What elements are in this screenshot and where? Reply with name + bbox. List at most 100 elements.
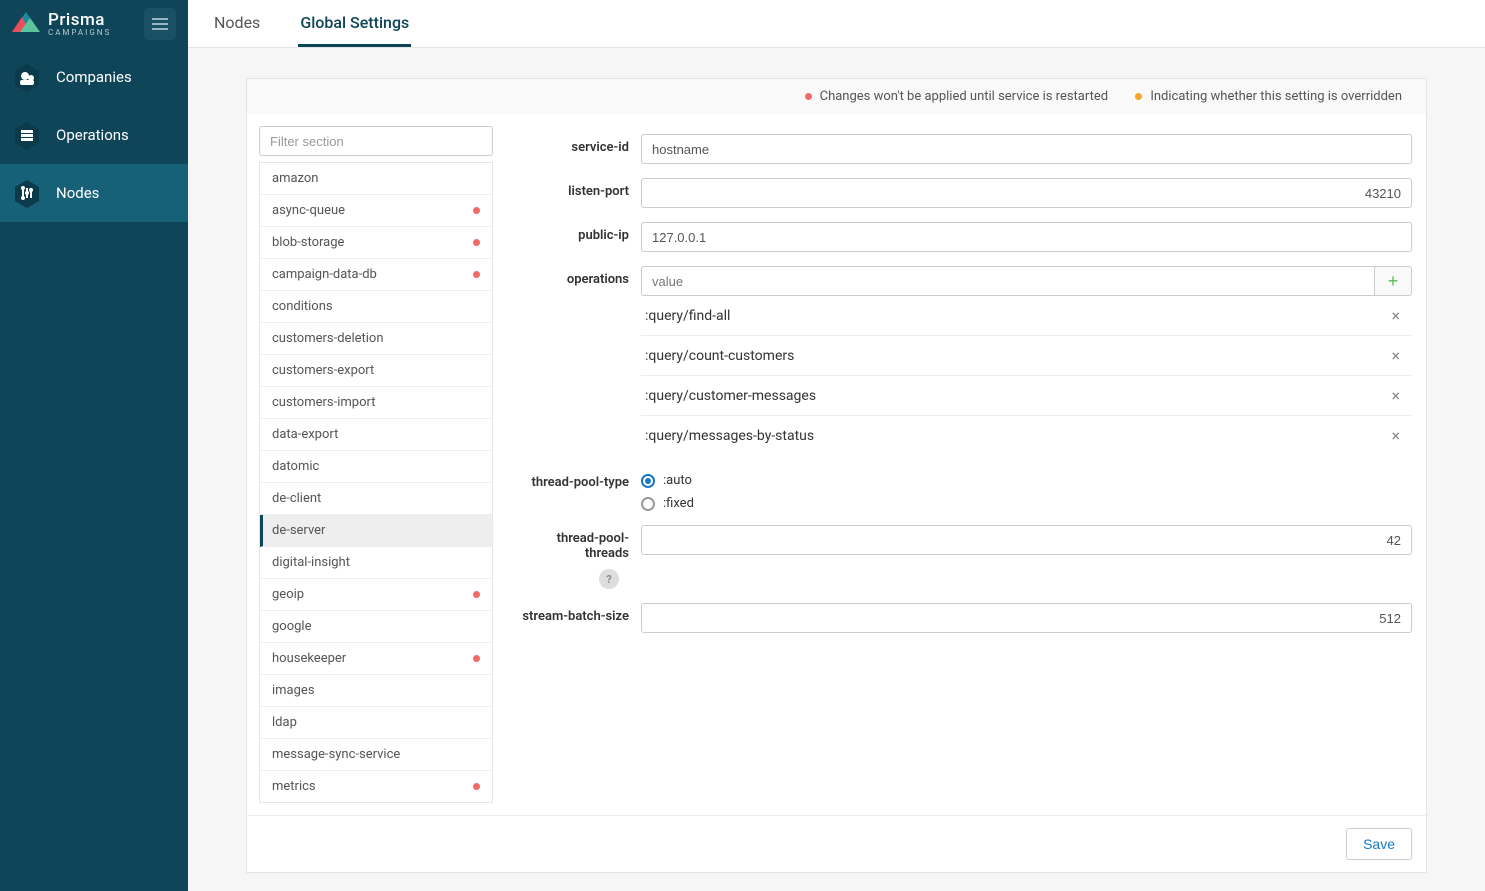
- section-item-label: customers-deletion: [272, 331, 384, 346]
- radio-option-fixed[interactable]: :fixed: [641, 496, 1412, 511]
- operation-item: :query/find-all ×: [641, 296, 1412, 336]
- add-operation-button[interactable]: +: [1374, 266, 1412, 296]
- logo-icon: [12, 12, 40, 36]
- remove-operation-button[interactable]: ×: [1383, 426, 1408, 445]
- sidebar-item-operations[interactable]: Operations: [0, 106, 188, 164]
- section-item-de-server[interactable]: de-server: [260, 515, 492, 547]
- topbar-tabs: Nodes Global Settings: [188, 0, 1485, 48]
- menu-toggle-button[interactable]: [144, 8, 176, 40]
- section-item-campaign-data-db[interactable]: campaign-data-db: [260, 259, 492, 291]
- section-item-label: conditions: [272, 299, 333, 314]
- label-stream-batch-size: stream-batch-size: [513, 603, 641, 624]
- workspace: Changes won't be applied until service i…: [188, 48, 1485, 891]
- service-id-input[interactable]: [641, 134, 1412, 164]
- public-ip-input[interactable]: [641, 222, 1412, 252]
- label-operations: operations: [513, 266, 641, 287]
- sidebar-nav: Companies Operations Nodes: [0, 48, 188, 222]
- stream-batch-size-input[interactable]: [641, 603, 1412, 633]
- section-item-label: images: [272, 683, 315, 698]
- settings-card: Changes won't be applied until service i…: [246, 78, 1427, 873]
- section-item-label: google: [272, 619, 311, 634]
- sidebar-item-nodes[interactable]: Nodes: [0, 164, 188, 222]
- remove-operation-button[interactable]: ×: [1383, 306, 1408, 325]
- card-footer: Save: [247, 815, 1426, 872]
- restart-indicator-icon: [473, 239, 480, 246]
- section-item-label: de-client: [272, 491, 321, 506]
- restart-indicator-icon: [473, 655, 480, 662]
- section-item-label: ldap: [272, 715, 297, 730]
- section-item-label: digital-insight: [272, 555, 350, 570]
- section-item-ldap[interactable]: ldap: [260, 707, 492, 739]
- section-item-label: async-queue: [272, 203, 345, 218]
- main: Nodes Global Settings Changes won't be a…: [188, 0, 1485, 891]
- restart-indicator-icon: [473, 207, 480, 214]
- section-item-label: datomic: [272, 459, 319, 474]
- section-item-customers-deletion[interactable]: customers-deletion: [260, 323, 492, 355]
- section-item-amazon[interactable]: amazon: [260, 163, 492, 195]
- section-item-label: customers-export: [272, 363, 374, 378]
- radio-option-auto[interactable]: :auto: [641, 473, 1412, 488]
- settings-form: service-id listen-port p: [505, 114, 1426, 815]
- section-item-label: housekeeper: [272, 651, 346, 666]
- operation-item-label: :query/messages-by-status: [645, 428, 814, 444]
- section-item-label: customers-import: [272, 395, 375, 410]
- section-item-data-export[interactable]: data-export: [260, 419, 492, 451]
- operation-item: :query/customer-messages ×: [641, 376, 1412, 416]
- section-item-geoip[interactable]: geoip: [260, 579, 492, 611]
- operation-item-label: :query/count-customers: [645, 348, 794, 364]
- tab-nodes[interactable]: Nodes: [212, 13, 262, 47]
- operations-value-input[interactable]: [641, 266, 1374, 296]
- section-item-images[interactable]: images: [260, 675, 492, 707]
- section-item-housekeeper[interactable]: housekeeper: [260, 643, 492, 675]
- remove-operation-button[interactable]: ×: [1383, 386, 1408, 405]
- label-thread-pool-type: thread-pool-type: [513, 469, 641, 490]
- restart-indicator-icon: [473, 271, 480, 278]
- section-item-label: de-server: [272, 523, 325, 538]
- sidebar-item-companies[interactable]: Companies: [0, 48, 188, 106]
- section-item-label: campaign-data-db: [272, 267, 377, 282]
- sidebar-header: Prisma CAMPAIGNS: [0, 0, 188, 48]
- operation-item-label: :query/find-all: [645, 308, 730, 324]
- dot-orange-icon: [1135, 93, 1142, 100]
- listen-port-input[interactable]: [641, 178, 1412, 208]
- thread-pool-type-radio-group: :auto :fixed: [641, 469, 1412, 511]
- section-item-label: message-sync-service: [272, 747, 400, 762]
- brand-logo: Prisma CAMPAIGNS: [12, 12, 111, 37]
- section-item-label: metrics: [272, 779, 316, 794]
- section-item-customers-export[interactable]: customers-export: [260, 355, 492, 387]
- section-item-message-sync-service[interactable]: message-sync-service: [260, 739, 492, 771]
- restart-indicator-icon: [473, 591, 480, 598]
- brand-name: Prisma: [48, 12, 111, 29]
- restart-indicator-icon: [473, 783, 480, 790]
- operation-item-label: :query/customer-messages: [645, 388, 816, 404]
- label-thread-pool-threads: thread-pool-threads: [557, 531, 629, 561]
- section-item-label: blob-storage: [272, 235, 344, 250]
- section-item-conditions[interactable]: conditions: [260, 291, 492, 323]
- section-item-metrics[interactable]: metrics: [260, 771, 492, 802]
- filter-section-input[interactable]: [259, 126, 493, 156]
- help-icon[interactable]: ?: [599, 569, 619, 589]
- section-item-customers-import[interactable]: customers-import: [260, 387, 492, 419]
- radio-label: :auto: [663, 473, 692, 488]
- label-service-id: service-id: [513, 134, 641, 155]
- section-item-digital-insight[interactable]: digital-insight: [260, 547, 492, 579]
- section-item-async-queue[interactable]: async-queue: [260, 195, 492, 227]
- operation-item: :query/count-customers ×: [641, 336, 1412, 376]
- section-item-datomic[interactable]: datomic: [260, 451, 492, 483]
- section-item-label: data-export: [272, 427, 338, 442]
- section-item-google[interactable]: google: [260, 611, 492, 643]
- section-item-de-client[interactable]: de-client: [260, 483, 492, 515]
- section-item-label: geoip: [272, 587, 304, 602]
- remove-operation-button[interactable]: ×: [1383, 346, 1408, 365]
- thread-pool-threads-input[interactable]: [641, 525, 1412, 555]
- notice-overridden-text: Indicating whether this setting is overr…: [1150, 89, 1402, 104]
- notice-restart-text: Changes won't be applied until service i…: [820, 89, 1108, 104]
- sidebar-item-label: Companies: [56, 68, 132, 86]
- tab-global-settings[interactable]: Global Settings: [298, 13, 411, 47]
- section-item-blob-storage[interactable]: blob-storage: [260, 227, 492, 259]
- label-public-ip: public-ip: [513, 222, 641, 243]
- save-button[interactable]: Save: [1346, 828, 1412, 860]
- section-list: amazon async-queue blob-storage campaign-da…: [259, 162, 493, 803]
- radio-icon: [641, 474, 655, 488]
- nodes-icon: [12, 178, 42, 208]
